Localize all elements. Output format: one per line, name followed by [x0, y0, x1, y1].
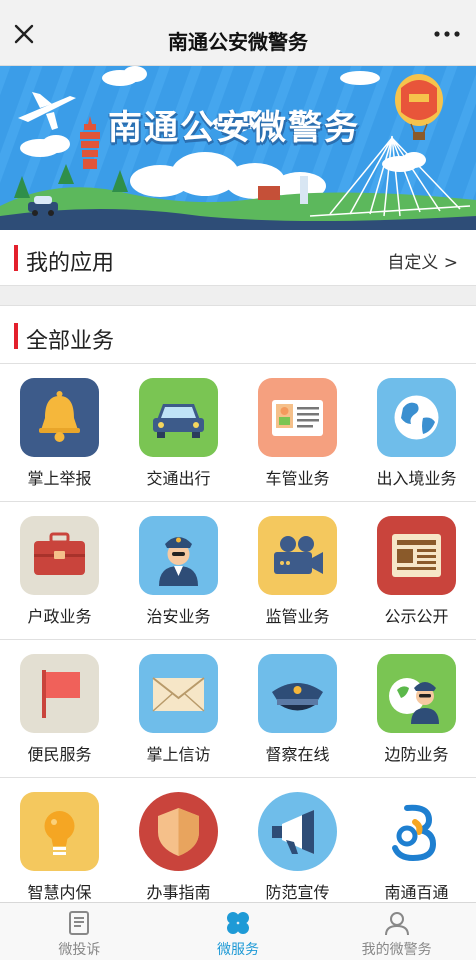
- nav-complaint[interactable]: 微投诉: [0, 903, 159, 960]
- nav-label: 我的微警务: [361, 942, 432, 958]
- service-nantong-baitong[interactable]: 南通百通: [357, 778, 476, 902]
- service-public-security[interactable]: 治安业务: [119, 502, 238, 639]
- section-marker: [14, 323, 18, 349]
- nav-my-police[interactable]: 我的微警务: [317, 903, 476, 960]
- service-traffic[interactable]: 交通出行: [119, 364, 238, 501]
- service-label: 办事指南: [146, 883, 211, 902]
- user-icon: [383, 909, 411, 937]
- my-apps-label: 我的应用: [26, 251, 115, 276]
- service-label: 出入境业务: [376, 469, 457, 488]
- service-label: 掌上信访: [146, 745, 211, 764]
- service-disclosure[interactable]: 公示公开: [357, 502, 476, 639]
- service-label: 交通出行: [146, 469, 211, 488]
- service-inspection[interactable]: 督察在线: [238, 640, 357, 777]
- shield-icon: [139, 792, 218, 871]
- globe-icon: [377, 378, 456, 457]
- service-supervision[interactable]: 监管业务: [238, 502, 357, 639]
- service-prevention[interactable]: 防范宣传: [238, 778, 357, 902]
- grid-row: 户政业务 治安业务 监管业务 公示公开: [0, 502, 476, 640]
- service-grid: 掌上举报 交通出行 车管业务 出入境业务 户政业务 治安业务 监管业务 公示公开…: [0, 364, 476, 902]
- service-label: 督察在线: [265, 745, 330, 764]
- grid-row: 智慧内保 办事指南 防范宣传 南通百通: [0, 778, 476, 902]
- service-label: 便民服务: [27, 745, 92, 764]
- top-bar: 南通公安微警务: [0, 0, 476, 66]
- lightbulb-icon: [20, 792, 99, 871]
- service-label: 防范宣传: [265, 883, 330, 902]
- car-icon: [139, 378, 218, 457]
- bottom-navigation: 微投诉 微服务 我的微警务: [0, 902, 476, 960]
- all-business-section: 全部业务: [0, 306, 476, 364]
- more-dots-icon[interactable]: [432, 24, 462, 44]
- police-officer-icon: [139, 516, 218, 595]
- banner-title: 南通公安微警务: [108, 108, 360, 148]
- service-guide[interactable]: 办事指南: [119, 778, 238, 902]
- my-apps-section: 我的应用 自定义 >: [0, 230, 476, 286]
- service-label: 户政业务: [27, 607, 92, 626]
- service-label: 治安业务: [146, 607, 211, 626]
- envelope-icon: [139, 654, 218, 733]
- border-police-icon: [377, 654, 456, 733]
- bell-icon: [20, 378, 99, 457]
- service-label: 边防业务: [384, 745, 449, 764]
- service-vehicle[interactable]: 车管业务: [238, 364, 357, 501]
- clover-icon: [224, 909, 252, 937]
- service-label: 掌上举报: [27, 469, 92, 488]
- service-label: 车管业务: [265, 469, 330, 488]
- flag-icon: [20, 654, 99, 733]
- nav-label: 微投诉: [58, 942, 101, 958]
- service-convenience[interactable]: 便民服务: [0, 640, 119, 777]
- megaphone-icon: [258, 792, 337, 871]
- service-immigration[interactable]: 出入境业务: [357, 364, 476, 501]
- page-title: 南通公安微警务: [168, 30, 308, 54]
- camera-icon: [258, 516, 337, 595]
- newspaper-icon: [377, 516, 456, 595]
- id-card-icon: [258, 378, 337, 457]
- service-report[interactable]: 掌上举报: [0, 364, 119, 501]
- banner[interactable]: 南通公安微警务: [0, 66, 476, 230]
- service-label: 监管业务: [265, 607, 330, 626]
- service-petition[interactable]: 掌上信访: [119, 640, 238, 777]
- briefcase-icon: [20, 516, 99, 595]
- police-cap-icon: [258, 654, 337, 733]
- service-internal-security[interactable]: 智慧内保: [0, 778, 119, 902]
- section-marker: [14, 245, 18, 271]
- service-border[interactable]: 边防业务: [357, 640, 476, 777]
- all-business-label: 全部业务: [26, 329, 115, 354]
- customize-link[interactable]: 自定义 >: [387, 248, 458, 273]
- service-household[interactable]: 户政业务: [0, 502, 119, 639]
- grid-row: 掌上举报 交通出行 车管业务 出入境业务: [0, 364, 476, 502]
- service-label: 南通百通: [384, 883, 449, 902]
- grid-row: 便民服务 掌上信访 督察在线 边防业务: [0, 640, 476, 778]
- document-icon: [65, 909, 93, 937]
- service-label: 智慧内保: [27, 883, 92, 902]
- nantong-logo-icon: [377, 792, 456, 871]
- service-label: 公示公开: [384, 607, 449, 626]
- section-divider: [0, 286, 476, 306]
- nav-label: 微服务: [217, 942, 259, 958]
- nav-services[interactable]: 微服务: [159, 903, 318, 960]
